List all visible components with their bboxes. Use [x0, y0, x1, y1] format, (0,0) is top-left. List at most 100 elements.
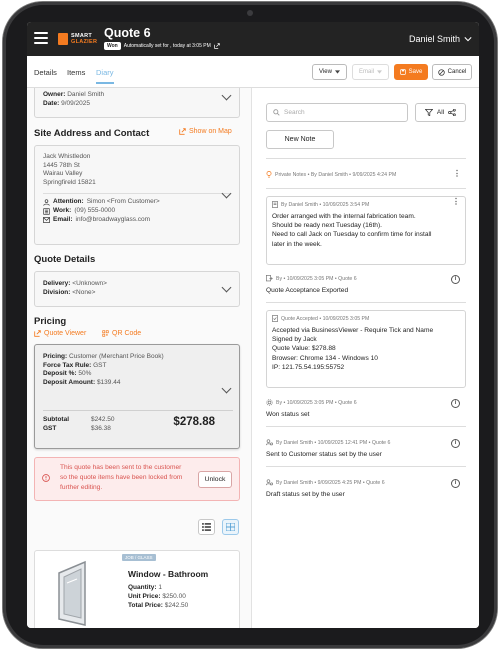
view-dropdown[interactable]: View	[312, 64, 347, 80]
filter-label: All	[436, 109, 445, 116]
site-address-title: Site Address and Contact	[34, 128, 150, 139]
more-options-icon[interactable]: ⋮	[452, 198, 460, 206]
quantity-value: 1	[158, 584, 162, 591]
info-icon[interactable]: i	[451, 479, 460, 488]
entry-text-line: Order arranged with the internal fabrica…	[272, 213, 416, 220]
app-screen: SMART GLAZIER Quote 6 Won Automatically …	[27, 22, 479, 628]
address-line: Wairau Valley	[43, 170, 83, 178]
cancel-button[interactable]: Cancel	[432, 64, 472, 80]
email-dropdown[interactable]: Email	[352, 64, 389, 80]
caret-down-icon	[377, 70, 382, 74]
list-icon	[202, 523, 211, 531]
entry-meta: Quote Accepted • 10/09/2025 3:05 PM	[281, 315, 370, 322]
users-gear-icon	[266, 479, 273, 486]
quote-accepted-note[interactable]: Quote Accepted • 10/09/2025 3:05 PM Acce…	[266, 310, 466, 388]
chevron-down-icon	[464, 37, 472, 42]
entry-text-line: Browser: Chrome 134 - Windows 10	[272, 354, 378, 362]
division-label: Division:	[43, 288, 71, 296]
quote-details-card[interactable]: Delivery: <Unknown> Division: <None>	[34, 271, 240, 307]
date-label: Date:	[43, 99, 60, 107]
diary-entry[interactable]: Private Notes • By Daniel Smith • 9/09/2…	[266, 170, 466, 178]
deposit-pct-value: 50%	[78, 370, 92, 378]
diary-entry[interactable]: By Daniel Smith • 9/09/2025 4:25 PM • Qu…	[266, 479, 466, 499]
quantity-label: Quantity:	[128, 584, 157, 591]
divider	[266, 188, 466, 189]
status-subtitle: Automatically set for , today at 3:05 PM	[123, 43, 211, 49]
cancel-label: Cancel	[447, 69, 467, 75]
list-view-button[interactable]	[198, 519, 215, 535]
hamburger-menu-icon[interactable]	[34, 32, 48, 44]
site-address-card[interactable]: Jack Whistledon 1445 78th St Wairau Vall…	[34, 145, 240, 245]
quote-viewer-link[interactable]: Quote Viewer	[34, 330, 86, 337]
force-tax-value: GST	[93, 361, 107, 369]
owner-value: Daniel Smith	[67, 91, 105, 98]
pricing-label: Pricing:	[43, 353, 68, 360]
qr-code-icon	[102, 330, 109, 337]
diary-entry[interactable]: By • 10/09/2025 3:05 PM • Quote 6 Won st…	[266, 399, 466, 419]
tab-diary[interactable]: Diary	[96, 68, 114, 84]
qr-code-link[interactable]: QR Code	[102, 330, 141, 337]
entry-meta: By Daniel Smith • 9/09/2025 4:25 PM • Qu…	[276, 479, 385, 486]
filter-button[interactable]: All	[415, 103, 466, 122]
tablet-frame: SMART GLAZIER Quote 6 Won Automatically …	[3, 2, 497, 648]
entry-meta: By • 10/09/2025 3:05 PM • Quote 6	[276, 275, 357, 282]
grid-view-button[interactable]	[222, 519, 239, 535]
unlock-button[interactable]: Unlock	[198, 471, 232, 488]
envelope-icon	[43, 217, 50, 223]
delivery-value: <Unknown>	[72, 280, 107, 287]
product-card[interactable]: JOB / GLASS Window - Bathroom Quantity: …	[34, 550, 240, 628]
tab-details[interactable]: Details	[34, 68, 57, 77]
gst-value: $36.38	[91, 425, 111, 432]
entry-text: Quote Acceptance Exported	[266, 287, 349, 294]
logo-text: SMART GLAZIER	[71, 33, 97, 45]
division-value: <None>	[72, 288, 96, 296]
unit-price-label: Unit Price:	[128, 593, 161, 600]
top-bar: SMART GLAZIER Quote 6 Won Automatically …	[27, 22, 479, 56]
subtotal-label: Subtotal	[43, 416, 69, 423]
entry-text-line: Accepted via BusinessViewer - Require Ti…	[272, 327, 434, 334]
work-value[interactable]: (09) 555-0000	[74, 207, 115, 216]
divider	[43, 410, 233, 411]
show-on-map-link[interactable]: Show on Map	[179, 128, 232, 135]
diary-entry[interactable]: By Daniel Smith • 10/09/2025 12:41 PM • …	[266, 439, 466, 459]
external-link-icon[interactable]	[213, 43, 220, 49]
owner-card[interactable]: Owner: Daniel Smith Date: 9/09/2025	[34, 88, 240, 118]
pricing-title: Pricing	[34, 316, 67, 327]
info-icon[interactable]: i	[451, 275, 460, 284]
locked-message: This quote has been sent to the customer…	[60, 464, 183, 491]
gst-label: GST	[43, 425, 57, 432]
show-on-map-label: Show on Map	[189, 128, 232, 135]
address-line: 1445 78th St	[43, 161, 80, 169]
more-options-icon[interactable]: ⋮	[453, 170, 461, 178]
diary-note[interactable]: By Daniel Smith • 10/09/2025 3:54 PM Ord…	[266, 196, 466, 265]
product-tag: JOB / GLASS	[122, 554, 156, 561]
deposit-pct-label: Deposit %:	[43, 370, 77, 378]
quote-viewer-label: Quote Viewer	[44, 330, 87, 337]
pricing-card[interactable]: Pricing: Customer (Merchant Price Book) …	[34, 344, 240, 449]
logo-mark	[58, 33, 68, 45]
qr-code-label: QR Code	[112, 330, 142, 337]
new-note-button[interactable]: New Note	[266, 130, 334, 149]
info-icon[interactable]: i	[451, 439, 460, 448]
tab-bar: Details Items Diary View Email Save Canc…	[27, 56, 479, 88]
save-icon	[399, 69, 406, 75]
save-button[interactable]: Save	[394, 64, 428, 80]
caret-down-icon	[334, 70, 340, 74]
view-label: View	[319, 69, 332, 75]
locked-notice: This quote has been sent to the customer…	[34, 457, 240, 501]
chevron-down-icon[interactable]	[221, 188, 232, 199]
filter-icon	[424, 109, 433, 116]
search-input[interactable]: Search	[266, 103, 408, 122]
total-price-label: Total Price:	[128, 602, 163, 609]
details-panel: Owner: Daniel Smith Date: 9/09/2025 Site…	[27, 88, 252, 628]
deposit-amount-value: $139.44	[96, 378, 121, 386]
entry-text-line: Need to call Jack on Tuesday to confirm …	[272, 231, 432, 239]
info-icon[interactable]: i	[451, 399, 460, 408]
diary-entry[interactable]: By • 10/09/2025 3:05 PM • Quote 6 Quote …	[266, 275, 466, 295]
entry-text: Sent to Customer status set by the user	[266, 451, 382, 458]
status-badge: Won	[104, 42, 121, 50]
entry-text-line: IP: 121.75.54.195:55752	[272, 363, 345, 371]
tab-items[interactable]: Items	[67, 68, 85, 77]
email-value[interactable]: info@broadwayglass.com	[76, 216, 151, 225]
user-menu[interactable]: Daniel Smith	[409, 34, 472, 44]
